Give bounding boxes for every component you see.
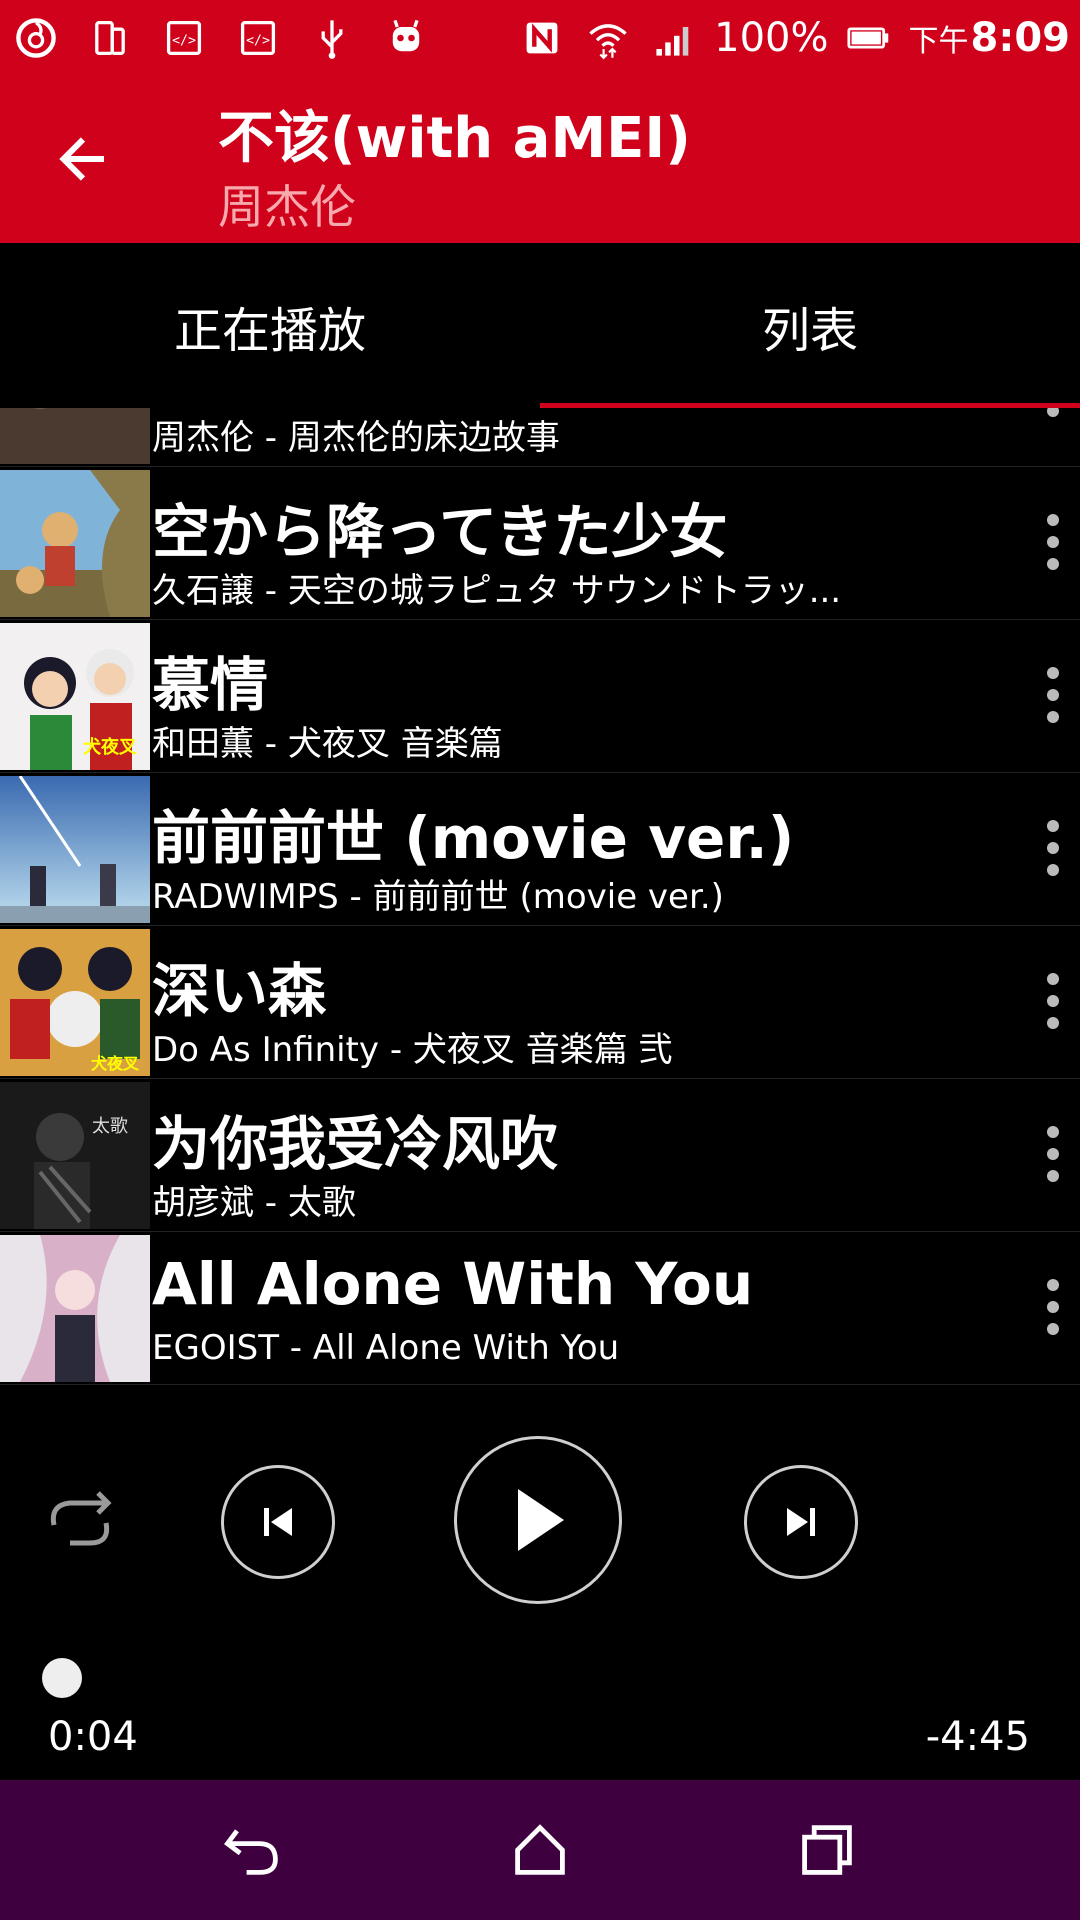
svg-text:犬夜叉: 犬夜叉 [91, 1054, 140, 1073]
next-button[interactable] [683, 1417, 918, 1627]
netease-music-icon [10, 12, 62, 64]
more-options-icon[interactable] [1030, 1262, 1076, 1352]
song-title: 深い森 [152, 957, 327, 1025]
repeat-icon [50, 1491, 112, 1546]
song-title: 为你我受冷风吹 [152, 1110, 559, 1178]
recents-icon [801, 1825, 852, 1875]
song-title: 慕情 [152, 651, 269, 719]
song-subtitle: EGOIST - All Alone With You [152, 1328, 620, 1368]
more-options-icon[interactable] [1030, 1109, 1076, 1199]
song-list[interactable]: BedtimeStories 不该(with aMEI) 周杰伦 - 周杰伦的床… [0, 408, 1080, 1392]
clock: 下午8:09 [909, 15, 1071, 61]
usb-icon [306, 12, 358, 64]
song-title: All Alone With You [152, 1250, 754, 1318]
clock-time: 8:09 [970, 14, 1071, 61]
album-cover: 犬夜叉 [0, 929, 150, 1076]
song-title: 前前前世 (movie ver.) [152, 804, 795, 872]
svg-text:犬夜叉: 犬夜叉 [83, 736, 138, 758]
list-item[interactable]: 前前前世 (movie ver.) RADWIMPS - 前前前世 (movie… [0, 773, 1080, 926]
album-cover: 犬夜叉 [0, 623, 150, 770]
song-title: 空から降ってきた少女 [152, 498, 728, 566]
tab-bar: 正在播放 列表 [0, 243, 1080, 408]
battery-percent: 100% [714, 14, 829, 61]
more-options-icon[interactable] [1030, 956, 1076, 1046]
song-subtitle: 周杰伦 - 周杰伦的床边故事 [152, 418, 560, 458]
play-icon [454, 1435, 622, 1604]
song-subtitle: 久石譲 - 天空の城ラピュタ サウンドトラッ... [152, 571, 842, 611]
more-options-icon[interactable] [1030, 408, 1076, 434]
list-item[interactable]: 太歌 为你我受冷风吹 胡彦斌 - 太歌 [0, 1079, 1080, 1232]
dual-screen-icon [84, 12, 136, 64]
repeat-button[interactable] [0, 1442, 160, 1602]
album-cover: BedtimeStories [0, 408, 150, 464]
album-cover [0, 776, 150, 923]
status-bar: </> </> 100% 下午8:09 [0, 0, 1080, 75]
time-current: 0:04 [48, 1714, 138, 1760]
back-button[interactable] [0, 75, 166, 243]
more-options-icon[interactable] [1030, 497, 1076, 587]
list-item[interactable]: 犬夜叉 深い森 Do As Infinity - 犬夜叉 音楽篇 弐 [0, 926, 1080, 1079]
seek-bar[interactable] [0, 1648, 1080, 1698]
code-icon: </> [232, 12, 284, 64]
tab-now-playing[interactable]: 正在播放 [0, 243, 540, 408]
page-title: 不该(with aMEI) [218, 106, 691, 171]
album-cover [0, 470, 150, 617]
list-item[interactable]: All Alone With You EGOIST - All Alone Wi… [0, 1232, 1080, 1385]
song-subtitle: 和田薫 - 犬夜叉 音楽篇 [152, 724, 503, 764]
back-arrow-icon [59, 137, 104, 181]
svg-text:</>: </> [172, 33, 196, 48]
nfc-icon [516, 12, 568, 64]
play-button[interactable] [393, 1392, 683, 1647]
list-item[interactable]: BedtimeStories 不该(with aMEI) 周杰伦 - 周杰伦的床… [0, 408, 1080, 467]
album-cover [0, 1235, 150, 1382]
nav-home-button[interactable] [450, 1780, 630, 1920]
page-subtitle: 周杰伦 [218, 180, 356, 234]
navigation-bar [0, 1780, 1080, 1920]
song-subtitle: 胡彦斌 - 太歌 [152, 1183, 356, 1223]
more-options-icon[interactable] [1030, 803, 1076, 893]
svg-text:</>: </> [246, 33, 270, 48]
nav-recents-button[interactable] [737, 1780, 917, 1920]
seek-thumb[interactable] [42, 1658, 82, 1698]
battery-icon [843, 12, 895, 64]
home-icon [515, 1824, 565, 1875]
code-icon: </> [158, 12, 210, 64]
robot-icon [380, 12, 432, 64]
player-controls: 0:04 -4:45 [0, 1392, 1080, 1780]
tab-list[interactable]: 列表 [540, 243, 1080, 408]
list-item[interactable]: 犬夜叉 慕情 和田薫 - 犬夜叉 音楽篇 [0, 620, 1080, 773]
wifi-icon [582, 12, 634, 64]
back-icon [224, 1829, 279, 1875]
clock-prefix: 下午 [908, 23, 969, 59]
nav-back-button[interactable] [163, 1780, 343, 1920]
toolbar: 不该(with aMEI) 周杰伦 [0, 75, 1080, 243]
svg-text:太歌: 太歌 [92, 1116, 128, 1137]
song-subtitle: RADWIMPS - 前前前世 (movie ver.) [152, 877, 724, 917]
album-cover: 太歌 [0, 1082, 150, 1229]
previous-button[interactable] [163, 1417, 393, 1627]
previous-icon [221, 1465, 335, 1579]
next-icon [743, 1465, 858, 1579]
list-item[interactable]: 空から降ってきた少女 久石譲 - 天空の城ラピュタ サウンドトラッ... [0, 467, 1080, 620]
more-options-icon[interactable] [1030, 650, 1076, 740]
song-subtitle: Do As Infinity - 犬夜叉 音楽篇 弐 [152, 1030, 673, 1070]
time-remaining: -4:45 [925, 1714, 1030, 1760]
signal-icon [648, 12, 700, 64]
